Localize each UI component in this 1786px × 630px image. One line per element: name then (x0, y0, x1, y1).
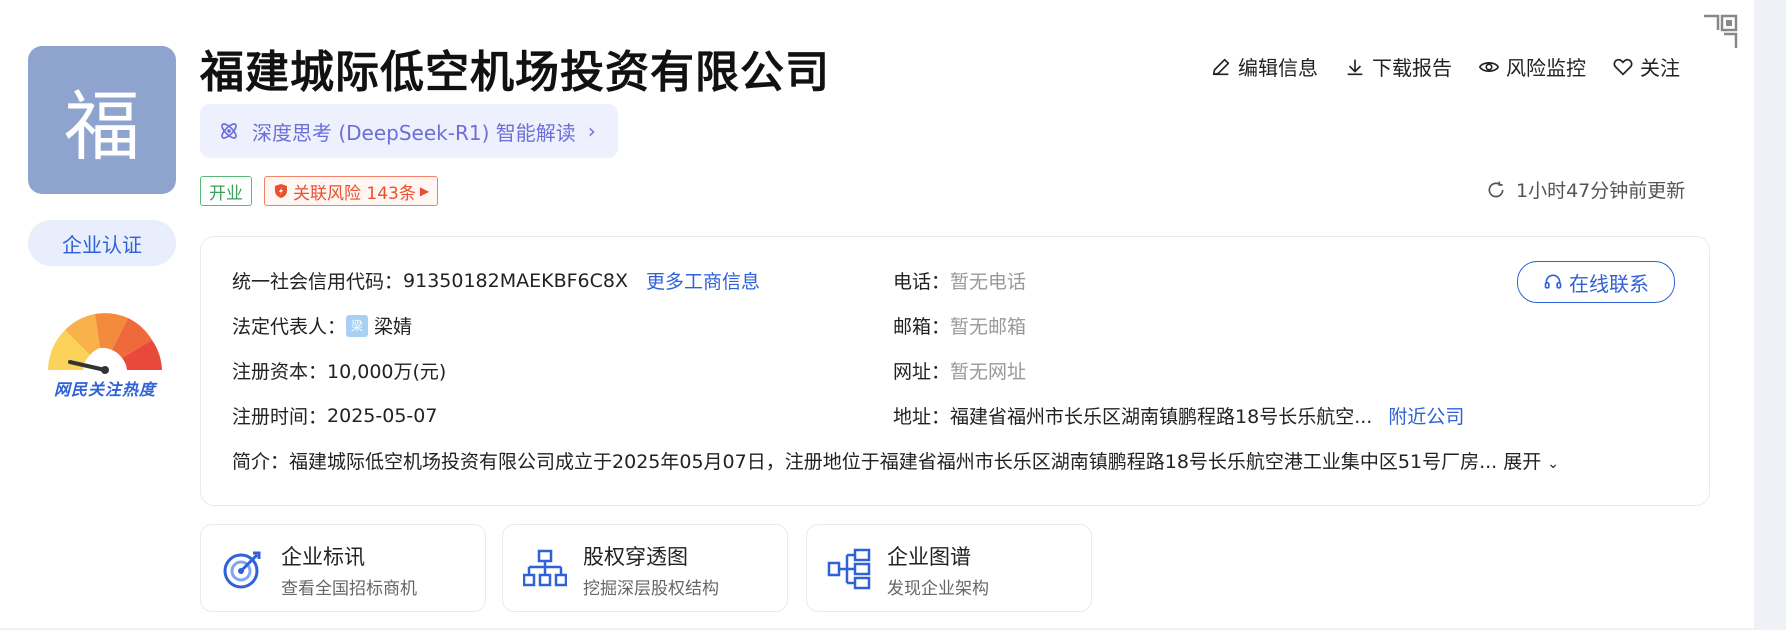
reg-date-value: 2025-05-07 (327, 404, 438, 427)
phone-row: 电话： 暂无电话 (893, 267, 1026, 294)
intro-value: 福建城际低空机场投资有限公司成立于2025年05月07日，注册地位于福建省福州市… (289, 451, 1498, 473)
feature-subtitle: 查看全国招标商机 (281, 579, 417, 599)
feature-title: 股权穿透图 (583, 545, 688, 569)
capital-label: 注册资本： (232, 361, 328, 383)
intro-label: 简介： (232, 451, 290, 473)
credit-code-value: 91350182MAEKBF6C8X (403, 269, 629, 292)
org-graph-icon (827, 548, 871, 590)
email-row: 邮箱： 暂无邮箱 (893, 312, 1026, 339)
legal-rep-row: 法定代表人： 梁 梁婧 (232, 312, 412, 339)
ai-interpret-label: 深度思考 (DeepSeek-R1) 智能解读 (252, 120, 576, 145)
shield-alert-icon (275, 184, 287, 198)
update-time: 1小时47分钟前更新 (1516, 180, 1686, 202)
risk-badge[interactable]: 关联风险 143条 ▶ (264, 176, 439, 206)
header-actions: 编辑信息 下载报告 风险监控 关注 (1210, 52, 1680, 81)
chevron-right-icon: › (587, 119, 596, 143)
feature-card-graph[interactable]: 企业图谱 发现企业架构 (806, 524, 1092, 612)
address-label: 地址： (893, 406, 951, 428)
company-info-card: 统一社会信用代码： 91350182MAEKBF6C8X 更多工商信息 法定代表… (200, 236, 1710, 506)
update-status[interactable]: 1小时47分钟前更新 (1486, 176, 1685, 203)
headset-icon (1544, 274, 1562, 289)
reg-date-label: 注册时间： (232, 406, 328, 428)
address-row: 地址： 福建省福州市长乐区湖南镇鹏程路18号长乐航空... 附近公司 (893, 402, 1464, 429)
website-value: 暂无网址 (950, 361, 1027, 383)
qr-code-icon[interactable] (1700, 12, 1740, 52)
equity-tree-icon (523, 549, 567, 587)
legal-rep-label: 法定代表人： (232, 316, 347, 338)
expand-intro-button[interactable]: 展开 ⌄ (1503, 447, 1559, 474)
follow-label: 关注 (1640, 56, 1680, 80)
legal-rep-avatar: 梁 (346, 314, 369, 337)
credit-code-label: 统一社会信用代码： (232, 271, 404, 293)
intro-row: 简介： 福建城际低空机场投资有限公司成立于2025年05月07日，注册地位于福建… (232, 447, 1682, 474)
feature-card-equity[interactable]: 股权穿透图 挖掘深层股权结构 (502, 524, 788, 612)
refresh-icon (1488, 181, 1504, 197)
credit-code-row: 统一社会信用代码： 91350182MAEKBF6C8X 更多工商信息 (232, 267, 760, 294)
eye-icon (1478, 61, 1500, 72)
risk-label: 关联风险 143条 (293, 183, 416, 204)
follow-button[interactable]: 关注 (1612, 52, 1680, 81)
risk-monitor-button[interactable]: 风险监控 (1478, 52, 1586, 81)
legal-rep-value[interactable]: 梁婧 (374, 312, 412, 339)
download-report-label: 下载报告 (1372, 56, 1452, 80)
reg-date-row: 注册时间： 2025-05-07 (232, 402, 437, 429)
caret-right-icon: ▶ (419, 184, 430, 198)
heart-icon (1613, 58, 1633, 76)
feature-subtitle: 挖掘深层股权结构 (583, 579, 719, 599)
phone-value: 暂无电话 (950, 271, 1027, 293)
risk-monitor-label: 风险监控 (1506, 56, 1586, 80)
chevron-down-icon: ⌄ (1547, 456, 1559, 472)
capital-row: 注册资本： 10,000万(元) (232, 357, 446, 384)
status-tags: 开业 关联风险 143条 ▶ (200, 176, 439, 206)
feature-subtitle: 发现企业架构 (887, 579, 989, 599)
expand-label: 展开 (1503, 451, 1542, 473)
feature-card-bidding[interactable]: 企业标讯 查看全国招标商机 (200, 524, 486, 612)
nearby-companies-link[interactable]: 附近公司 (1388, 402, 1464, 429)
company-logo: 福 (28, 46, 176, 194)
ai-interpret-button[interactable]: 深度思考 (DeepSeek-R1) 智能解读 › (200, 104, 618, 158)
feature-title: 企业标讯 (281, 545, 365, 569)
online-contact-label: 在线联系 (1569, 271, 1649, 296)
online-contact-button[interactable]: 在线联系 (1517, 261, 1675, 303)
address-value: 福建省福州市长乐区湖南镇鹏程路18号长乐航空... (950, 406, 1373, 428)
download-icon (1347, 59, 1363, 75)
phone-label: 电话： (893, 271, 951, 293)
download-report-button[interactable]: 下载报告 (1344, 52, 1452, 81)
website-label: 网址： (893, 361, 951, 383)
edit-info-label: 编辑信息 (1238, 56, 1318, 80)
target-icon (223, 551, 261, 589)
enterprise-verify-button[interactable]: 企业认证 (28, 220, 176, 266)
pencil-icon (1212, 58, 1230, 75)
heat-label: 网民关注热度 (53, 380, 156, 399)
website-row: 网址： 暂无网址 (893, 357, 1026, 384)
company-name: 福建城际低空机场投资有限公司 (200, 47, 830, 98)
edit-info-button[interactable]: 编辑信息 (1210, 52, 1318, 81)
email-value: 暂无邮箱 (950, 316, 1027, 338)
page-scrollbar-track[interactable] (1754, 0, 1786, 630)
email-label: 邮箱： (893, 316, 951, 338)
more-business-info-link[interactable]: 更多工商信息 (646, 267, 760, 294)
status-badge: 开业 (200, 176, 252, 206)
capital-value: 10,000万(元) (327, 361, 447, 383)
atom-icon (221, 123, 237, 139)
feature-title: 企业图谱 (887, 545, 971, 569)
